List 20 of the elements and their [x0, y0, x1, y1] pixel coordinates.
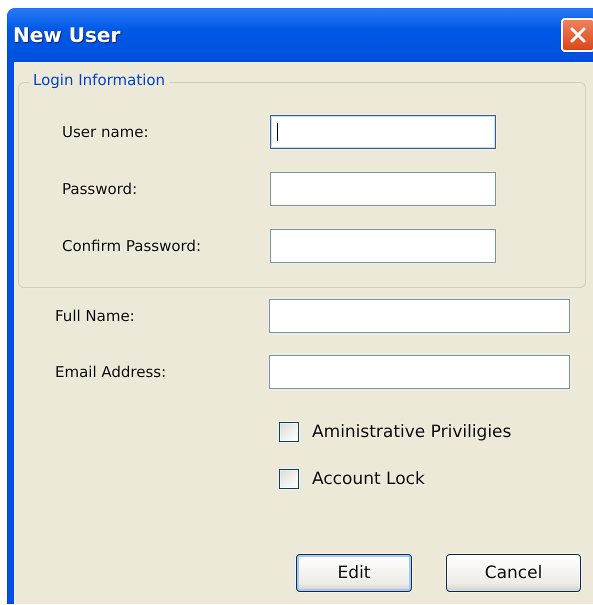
- input-field[interactable]: [270, 114, 496, 148]
- field-label: Password:: [62, 180, 138, 198]
- close-button[interactable]: [561, 18, 593, 52]
- group-title: Login Information: [29, 71, 170, 89]
- field-label: User name:: [62, 122, 150, 140]
- input-field[interactable]: [270, 172, 496, 206]
- input-field[interactable]: [269, 355, 570, 389]
- window-title: New User: [13, 23, 120, 47]
- field-label: Full Name:: [55, 307, 136, 325]
- input-field[interactable]: [270, 228, 496, 262]
- dialog-button[interactable]: Cancel: [446, 554, 581, 592]
- checkbox-label: Aministrative Priviligies: [312, 422, 512, 442]
- close-icon: [568, 25, 588, 45]
- checkbox[interactable]: [279, 422, 299, 442]
- input-field[interactable]: [269, 299, 570, 333]
- field-label: Confirm Password:: [62, 236, 202, 254]
- checkbox-label: Account Lock: [312, 468, 425, 488]
- checkbox[interactable]: [279, 468, 299, 488]
- field-label: Email Address:: [55, 363, 168, 381]
- dialog-button[interactable]: Edit: [296, 554, 412, 592]
